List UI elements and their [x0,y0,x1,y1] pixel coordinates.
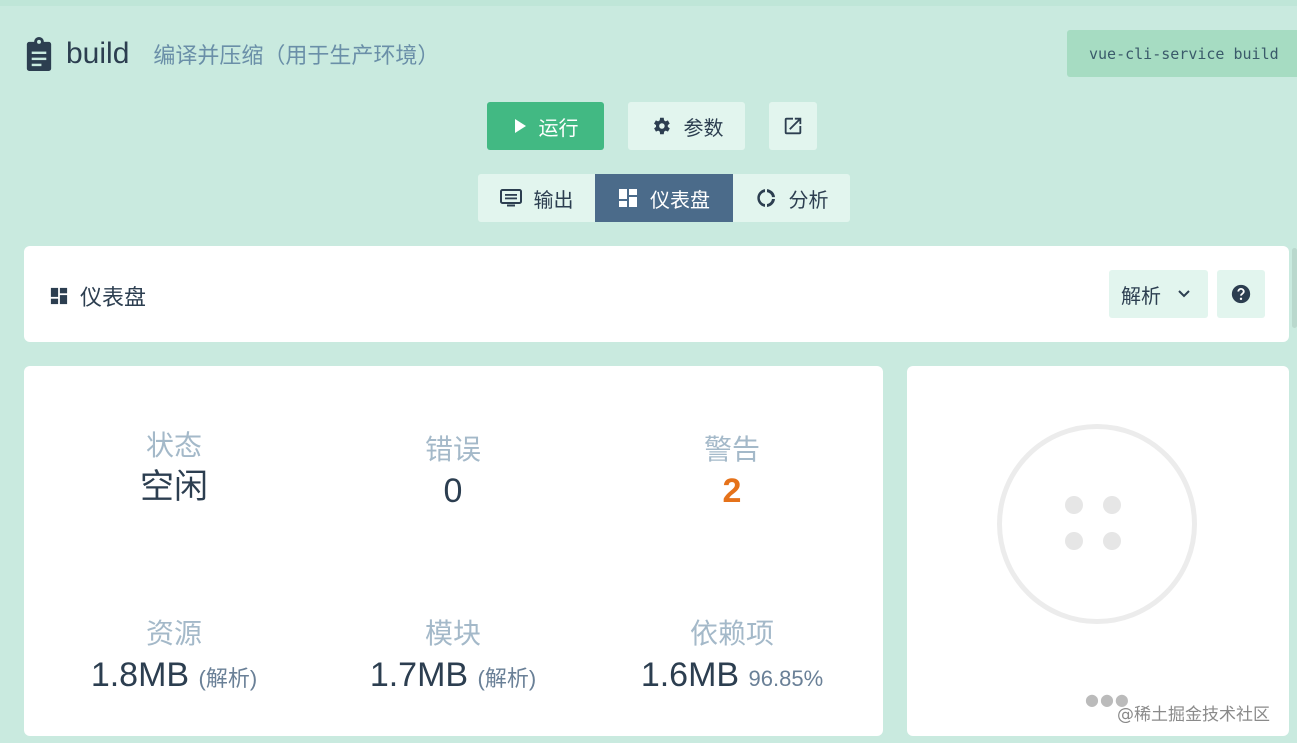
stat-warnings: 警告 2 [592,433,872,510]
view-tabs: 输出 仪表盘 分析 [478,174,850,222]
dashboard-panel-header: 仪表盘 解析 [24,246,1289,342]
params-button[interactable]: 参数 [628,102,745,150]
open-external-button[interactable] [769,102,817,150]
loading-dot [1065,496,1083,514]
loading-dot [1103,496,1121,514]
top-border [0,0,1297,6]
stat-errors: 错误 0 [313,433,593,510]
donut-chart-icon [756,189,775,207]
dashboard-icon [619,189,637,207]
params-button-label: 参数 [683,115,724,140]
panel-title-text: 仪表盘 [80,286,147,311]
stat-value: 0 [443,472,463,510]
stat-label: 资源 [145,617,202,650]
tab-analysis-label: 分析 [788,187,829,212]
tab-analysis[interactable]: 分析 [733,174,850,222]
clipboard-icon [26,37,52,71]
loading-dot [1065,532,1083,550]
mode-select-value: 解析 [1121,283,1161,308]
stat-value: 空闲 [140,467,208,507]
task-description: 编译并压缩（用于生产环境） [153,44,440,69]
stats-card: 状态 空闲 错误 0 警告 2 资源 1.8MB (解析) 模块 1.7MB (… [24,366,883,736]
help-button[interactable] [1217,270,1265,318]
stat-status: 状态 空闲 [34,429,314,507]
tab-dashboard-label: 仪表盘 [650,187,710,212]
mode-select[interactable]: 解析 [1109,270,1208,318]
watermark: @稀土掘金技术社区 [1117,705,1270,725]
stat-note: (解析) [198,666,258,691]
stat-value: 1.7MB [369,656,469,694]
task-header: build 编译并压缩（用于生产环境） [24,34,439,74]
loading-ring [997,424,1197,624]
command-display: vue-cli-service build [1067,30,1297,77]
terminal-icon [499,189,522,207]
stat-dependencies: 依赖项 1.6MB 96.85% [592,617,872,694]
chevron-down-icon [1178,290,1190,298]
stat-label: 模块 [424,617,481,650]
task-name: build [66,37,130,70]
play-icon [514,119,526,133]
panel-title: 仪表盘 [50,280,146,312]
help-circle-icon [1231,284,1251,304]
stat-label: 警告 [703,433,760,466]
stat-label: 错误 [424,433,481,466]
dashboard-icon [50,287,68,305]
stat-value: 1.8MB [90,656,190,694]
tab-dashboard[interactable]: 仪表盘 [595,174,733,222]
run-button-label: 运行 [538,115,579,140]
stat-label: 依赖项 [689,617,774,650]
stat-label: 状态 [145,429,202,462]
tab-output[interactable]: 输出 [478,174,595,222]
stat-value: 1.6MB [640,656,740,694]
tab-output-label: 输出 [533,187,574,212]
chart-card: ●●● @稀土掘金技术社区 [907,366,1289,736]
stat-note: (解析) [477,666,537,691]
stat-value: 2 [722,472,742,510]
gear-icon [653,117,670,135]
stat-note: 96.85% [748,666,824,691]
stat-assets: 资源 1.8MB (解析) [34,617,314,694]
loading-dot [1103,532,1121,550]
open-external-icon [784,117,802,135]
scrollbar-thumb[interactable] [1292,248,1297,328]
run-button[interactable]: 运行 [487,102,604,150]
stat-modules: 模块 1.7MB (解析) [313,617,593,694]
